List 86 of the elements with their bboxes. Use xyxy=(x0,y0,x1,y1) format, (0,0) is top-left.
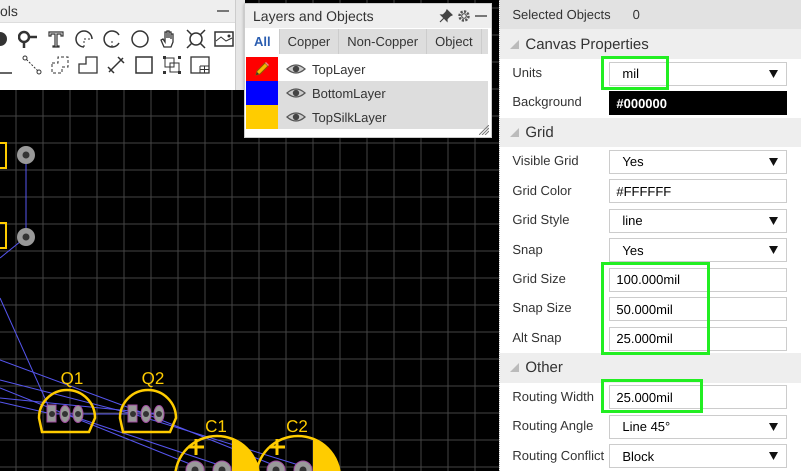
rectangle-icon[interactable] xyxy=(134,55,154,75)
selected-objects-label: Selected Objects xyxy=(512,7,611,22)
cross-circle-icon[interactable] xyxy=(186,29,206,49)
section-header[interactable]: Grid xyxy=(500,118,801,148)
minimize-icon[interactable] xyxy=(217,9,230,13)
section-title: Grid xyxy=(525,124,554,141)
text-field[interactable]: 25.000mil xyxy=(609,385,788,410)
dropdown[interactable]: Yes xyxy=(609,150,788,174)
arc-icon[interactable] xyxy=(102,29,122,49)
layer-tab[interactable]: All xyxy=(246,29,280,54)
circle-icon[interactable] xyxy=(130,29,150,49)
text-icon[interactable] xyxy=(46,29,66,49)
property-label: Background xyxy=(511,93,583,110)
caret-icon xyxy=(769,246,778,254)
panel-title: ols xyxy=(0,3,18,19)
via-pad xyxy=(17,228,35,246)
property-label: Grid Size xyxy=(511,270,567,286)
text-field[interactable]: 50.000mil xyxy=(609,297,788,322)
section-title: Other xyxy=(525,359,563,376)
section-title: Canvas Properties xyxy=(525,36,649,53)
layer-name: TopSilkLayer xyxy=(312,110,386,124)
eye-icon[interactable] xyxy=(286,86,306,100)
pin-icon[interactable] xyxy=(18,29,38,49)
layer-color-swatch[interactable] xyxy=(246,57,278,81)
layer-row[interactable]: TopSilkLayer xyxy=(246,105,488,129)
dashed-region-icon[interactable] xyxy=(50,55,70,75)
layer-color-swatch[interactable] xyxy=(246,81,278,105)
component-label: Q1 xyxy=(60,369,84,388)
property-label: Snap xyxy=(511,240,544,256)
pencil-icon xyxy=(254,61,270,77)
text-field[interactable]: 25.000mil xyxy=(609,326,788,351)
resize-grip-icon[interactable] xyxy=(479,125,489,135)
layer-color-swatch[interactable] xyxy=(246,105,278,129)
selected-objects-count: 0 xyxy=(632,7,640,22)
property-label: Grid Color xyxy=(511,182,573,198)
property-label: Grid Style xyxy=(511,211,570,228)
eye-icon[interactable] xyxy=(286,110,306,124)
dropdown[interactable]: Line 45° xyxy=(609,414,788,439)
caret-icon xyxy=(769,422,778,431)
triangle-icon xyxy=(510,128,520,137)
color-field[interactable]: #000000 xyxy=(609,91,788,116)
triangle-icon xyxy=(510,40,520,49)
section-header[interactable]: Other xyxy=(500,353,801,383)
caret-icon xyxy=(769,216,778,225)
layer-name: TopLayer xyxy=(312,62,366,76)
caret-icon xyxy=(769,70,778,78)
dropdown[interactable]: Yes xyxy=(609,238,788,262)
pad-outline xyxy=(0,142,7,169)
polygon-icon[interactable] xyxy=(78,55,98,75)
pad-outline xyxy=(0,222,7,249)
caret-icon xyxy=(769,158,778,166)
dimension-icon[interactable] xyxy=(106,55,126,75)
text-field[interactable]: 100.000mil xyxy=(609,268,788,292)
dropdown[interactable]: mil xyxy=(609,62,788,86)
image-icon[interactable] xyxy=(214,29,234,49)
property-label: Routing Conflict xyxy=(511,446,606,463)
arc-icon[interactable] xyxy=(74,29,94,49)
property-label: Alt Snap xyxy=(511,328,563,345)
layer-row[interactable]: BottomLayer xyxy=(246,81,488,105)
panel-title: Layers and Objects xyxy=(253,8,375,24)
component-label: Q2 xyxy=(142,369,164,388)
transistor-footprint xyxy=(118,388,178,434)
property-label: Snap Size xyxy=(511,299,573,316)
pin-icon[interactable] xyxy=(439,9,453,23)
via-pad xyxy=(17,146,35,164)
dropdown[interactable]: Block xyxy=(609,444,788,468)
settings-icon[interactable] xyxy=(457,9,471,23)
component-label: C1 xyxy=(205,417,227,436)
property-label: Routing Width xyxy=(511,388,596,404)
connector-icon[interactable] xyxy=(22,55,42,75)
scrollbar[interactable] xyxy=(235,0,245,90)
table-icon[interactable] xyxy=(190,55,210,75)
property-label: Visible Grid xyxy=(511,152,580,168)
transistor-footprint xyxy=(38,388,96,434)
triangle-icon xyxy=(510,363,520,372)
color-field[interactable]: #FFFFFF xyxy=(609,179,788,204)
align-icon[interactable] xyxy=(162,55,182,75)
layer-name: BottomLayer xyxy=(312,86,386,100)
caret-icon xyxy=(769,452,778,460)
eye-icon[interactable] xyxy=(286,62,306,76)
minimize-icon[interactable] xyxy=(475,14,487,18)
section-header[interactable]: Canvas Properties xyxy=(500,29,801,59)
dropdown[interactable]: line xyxy=(609,208,788,233)
property-label: Units xyxy=(511,64,543,80)
property-label: Routing Angle xyxy=(511,417,594,434)
component-label: C2 xyxy=(286,417,308,436)
